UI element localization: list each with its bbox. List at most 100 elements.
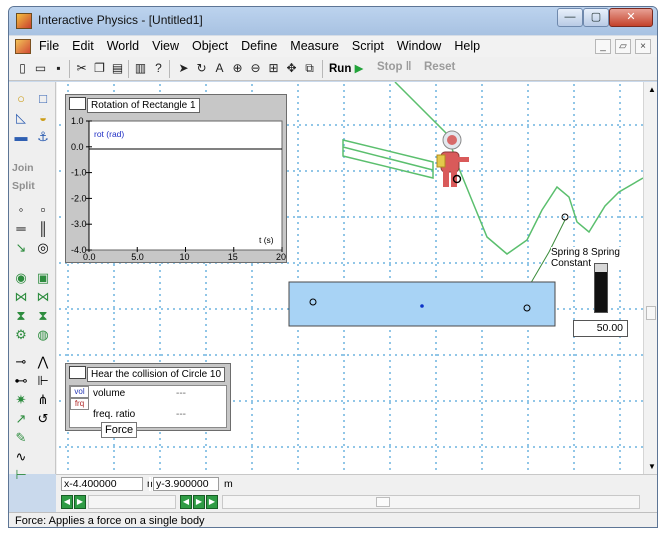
y-tick-label: 0.0 (71, 142, 84, 152)
rod-tool-icon[interactable]: ⊷ (13, 373, 29, 389)
pointer-arrow-icon[interactable]: ➤ (175, 60, 192, 77)
circle-tool-icon[interactable]: ○ (13, 91, 29, 107)
document-icon[interactable] (15, 39, 31, 54)
mdi-restore-button[interactable]: ▱ (615, 39, 631, 54)
spring-constant-slider[interactable] (594, 263, 608, 313)
help-icon[interactable]: ? (150, 60, 167, 77)
gear-tool-icon[interactable]: ⚙ (13, 327, 29, 343)
horizontal-scrollbar[interactable] (222, 495, 640, 509)
print-icon[interactable]: ▥ (132, 60, 149, 77)
mdi-minimize-button[interactable]: _ (595, 39, 611, 54)
wave-tool-icon[interactable]: ∿ (13, 449, 29, 465)
polygon-tool-icon[interactable]: ◺ (13, 110, 29, 126)
vertical-scrollbar[interactable]: ▲ ▼ (643, 82, 657, 474)
torque-tool-icon[interactable]: ↺ (35, 411, 51, 427)
y-tick-label: -1.0 (71, 168, 87, 178)
meter-expand-arrow-icon[interactable] (69, 366, 86, 379)
rotation-graph: 1.00.0-1.0-2.0-3.0-4.0 0.0 5.0 10 15 20 rot … (71, 116, 286, 262)
spring-tool-icon[interactable]: ⋈ (13, 289, 29, 305)
menu-define[interactable]: Define (241, 39, 277, 53)
rewind-button[interactable]: ◀ (61, 495, 73, 509)
gear-small-tool-icon[interactable]: ✷ (13, 392, 29, 408)
zoom-in-icon[interactable]: ⊕ (229, 60, 246, 77)
simulation-canvas[interactable]: Rotation of Rectangle 1 1.0 0.0 -1.0 -2.0 -3… (57, 82, 643, 474)
anchor-tool-icon[interactable]: ⚓ (35, 129, 51, 145)
pen-tool-icon[interactable]: ✎ (13, 430, 29, 446)
meter-window[interactable]: Hear the collision of Circle 10 vol frq … (65, 363, 231, 431)
step-forward-button[interactable]: ▶ (193, 495, 205, 509)
force-tool-icon[interactable]: ↗ (13, 411, 29, 427)
motor-tool-icon[interactable]: ◍ (35, 327, 51, 343)
menu-measure[interactable]: Measure (290, 39, 339, 53)
client-area: ○ □ ◺ ◒ ▬ ⚓ Join Split ◦ ▫ ═ ║ ↘ ◎ ◉ ▣ ⋈… (9, 82, 657, 482)
actuator-tool-icon[interactable]: ⊸ (13, 354, 29, 370)
series-label: rot (rad) (94, 129, 124, 139)
close-button[interactable]: ✕ (609, 8, 653, 27)
y-coordinate-field[interactable]: y-3.900000 (153, 477, 219, 491)
zoom-fit-icon[interactable]: ⊞ (265, 60, 282, 77)
zoom-out-icon[interactable]: ⊖ (247, 60, 264, 77)
open-folder-icon[interactable]: ▭ (32, 60, 49, 77)
frequency-button[interactable]: frq (70, 398, 89, 410)
new-file-icon[interactable]: ▯ (14, 60, 31, 77)
fast-forward-button[interactable]: ▶ (206, 495, 218, 509)
slider-thumb[interactable] (595, 264, 607, 273)
connector-tool-icon[interactable]: ⊩ (35, 373, 51, 389)
menu-file[interactable]: File (39, 39, 59, 53)
slot-horizontal-tool-icon[interactable]: ═ (13, 221, 29, 237)
x-tick-label: 15 (228, 252, 238, 262)
menu-help[interactable]: Help (454, 39, 480, 53)
paste-icon[interactable]: ▤ (109, 60, 126, 77)
volume-button[interactable]: vol (70, 386, 89, 398)
play-forward-button[interactable]: ▶ (74, 495, 86, 509)
stop-button[interactable]: Stop ‖ (377, 61, 412, 73)
menu-script[interactable]: Script (352, 39, 384, 53)
save-icon[interactable]: ▪ (50, 60, 67, 77)
menu-edit[interactable]: Edit (72, 39, 94, 53)
menu-view[interactable]: View (152, 39, 179, 53)
maximize-button[interactable]: ▢ (583, 8, 609, 27)
graph-window[interactable]: Rotation of Rectangle 1 1.0 0.0 -1.0 -2.0 -3… (65, 94, 287, 263)
rigid-joint-tool-icon[interactable]: ◉ (13, 270, 29, 286)
mdi-close-button[interactable]: × (635, 39, 651, 54)
step-back-button[interactable]: ◀ (180, 495, 192, 509)
reset-button[interactable]: Reset (424, 61, 455, 73)
minimize-button[interactable]: — (557, 8, 583, 27)
split-button[interactable]: Split (12, 180, 35, 192)
rectangle-tool-icon[interactable]: □ (35, 91, 51, 107)
curved-line-tool-icon[interactable]: ▬ (13, 129, 29, 145)
pin-joint-tool-icon[interactable]: ◎ (35, 240, 51, 256)
text-tool-icon[interactable]: A (211, 60, 228, 77)
x-tick-label: 5.0 (131, 252, 144, 262)
spring-path (457, 165, 643, 255)
damper-tool-icon[interactable]: ⋈ (35, 289, 51, 305)
frequency-value: --- (176, 409, 186, 420)
track-icon[interactable]: ⧉ (301, 60, 318, 77)
network-tool-icon[interactable]: ⋔ (35, 392, 51, 408)
menu-window[interactable]: Window (397, 39, 441, 53)
rotate-icon[interactable]: ↻ (193, 60, 210, 77)
square-point-tool-icon[interactable]: ▫ (35, 202, 51, 218)
slider-tool-icon[interactable]: ⊢ (13, 467, 29, 483)
window-title: Interactive Physics - [Untitled1] (38, 13, 203, 27)
tape-slider[interactable] (88, 495, 176, 509)
pulley-tool-icon[interactable]: ⧗ (35, 308, 51, 324)
menu-world[interactable]: World (107, 39, 139, 53)
copy-icon[interactable]: ❐ (91, 60, 108, 77)
cut-icon[interactable]: ✂ (73, 60, 90, 77)
y-tick-label: -2.0 (71, 193, 87, 203)
spring-constant-value[interactable]: 50.00 (573, 320, 628, 337)
slot-vertical-tool-icon[interactable]: ║ (35, 221, 51, 237)
x-tick-label: 10 (180, 252, 190, 262)
separator-tool-icon[interactable]: ⋀ (35, 354, 51, 370)
rope-tool-icon[interactable]: ⧗ (13, 308, 29, 324)
x-coordinate-field[interactable]: x-4.400000 (61, 477, 143, 491)
pan-icon[interactable]: ✥ (283, 60, 300, 77)
join-button[interactable]: Join (12, 162, 34, 174)
menu-object[interactable]: Object (192, 39, 228, 53)
run-button[interactable]: Run ▶ (329, 61, 363, 75)
square-joint-tool-icon[interactable]: ▣ (35, 270, 51, 286)
point-tool-icon[interactable]: ◦ (13, 202, 29, 218)
curved-slot-tool-icon[interactable]: ↘ (13, 240, 29, 256)
curved-body-tool-icon[interactable]: ◒ (35, 110, 51, 126)
